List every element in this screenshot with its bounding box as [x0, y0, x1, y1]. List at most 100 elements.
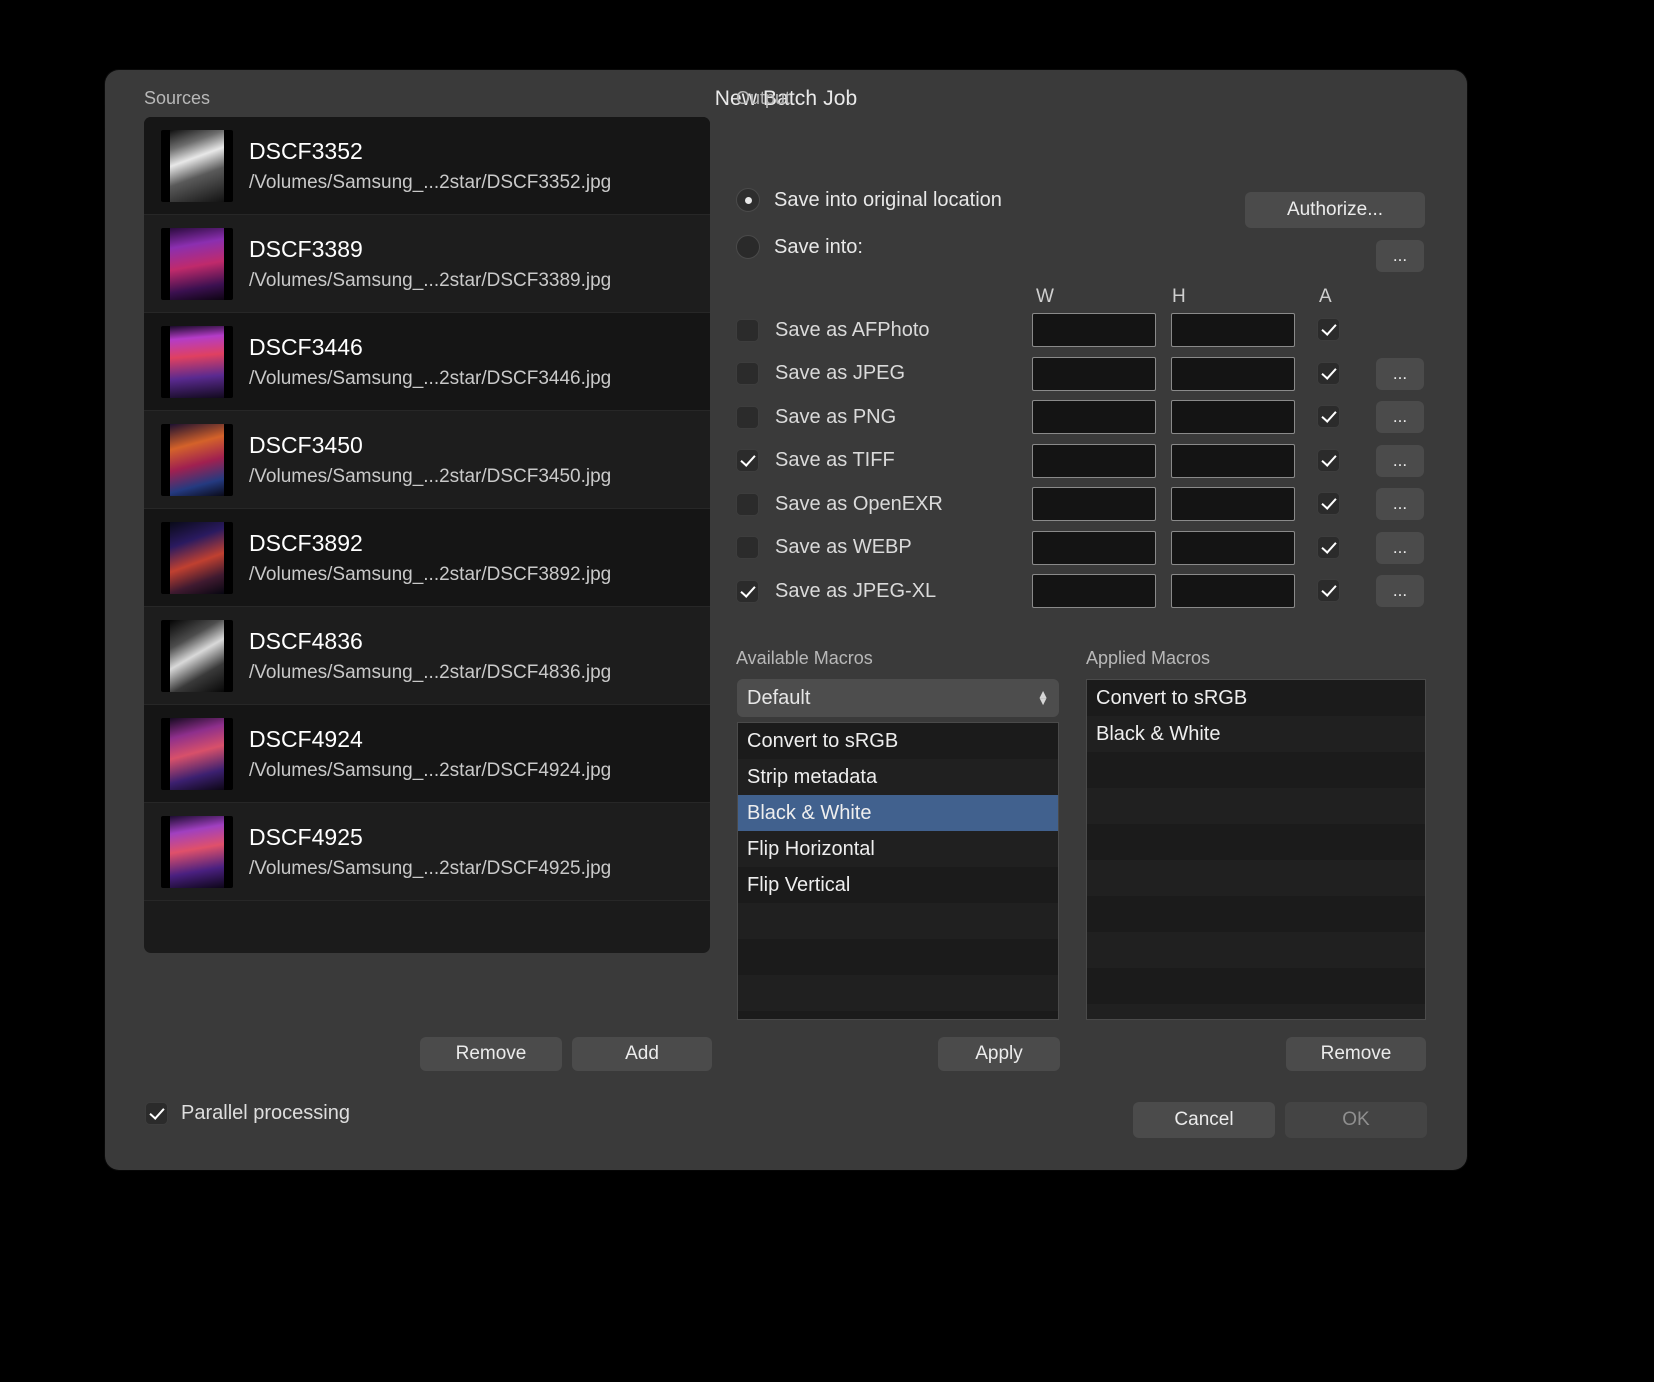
sources-add-button[interactable]: Add [572, 1037, 712, 1071]
format-height-input[interactable] [1171, 356, 1295, 391]
available-macro-item[interactable]: Flip Horizontal [738, 831, 1058, 867]
source-thumbnail [161, 717, 233, 790]
format-label: Save as JPEG [775, 362, 906, 384]
source-list-item[interactable]: DSCF3446/Volumes/Samsung_...2star/DSCF34… [144, 313, 710, 411]
parallel-processing-row[interactable]: Parallel processing [145, 1102, 350, 1125]
format-width-input[interactable] [1032, 313, 1156, 347]
radio-save-into[interactable]: Save into: [736, 235, 863, 259]
applied-macro-empty-row [1087, 1004, 1425, 1019]
format-aspect-checkbox[interactable] [1317, 405, 1340, 428]
format-enable-checkbox[interactable] [736, 579, 759, 603]
format-aspect-checkbox[interactable] [1317, 448, 1340, 472]
format-enable-checkbox[interactable] [736, 492, 759, 516]
source-file-path: /Volumes/Samsung_...2star/DSCF4925.jpg [249, 857, 612, 879]
format-label: Save as PNG [775, 405, 897, 428]
screen-root: New Batch Job Sources DSCF3352/Volumes/S… [0, 0, 1654, 1382]
format-width-input[interactable] [1032, 356, 1156, 391]
source-file-name: DSCF4925 [249, 823, 363, 850]
source-file-path: /Volumes/Samsung_...2star/DSCF3352.jpg [249, 171, 612, 193]
format-aspect-checkbox[interactable] [1317, 318, 1340, 341]
format-aspect-checkbox[interactable] [1317, 361, 1340, 385]
remove-macro-button[interactable]: Remove [1286, 1037, 1426, 1071]
radio-on-icon [736, 188, 760, 212]
applied-macro-empty-row [1087, 752, 1425, 788]
sources-remove-button[interactable]: Remove [420, 1037, 562, 1071]
applied-macro-item[interactable]: Black & White [1087, 716, 1425, 752]
format-enable-checkbox[interactable] [736, 536, 759, 559]
format-options-button[interactable]: ... [1376, 401, 1424, 433]
applied-macro-empty-row [1087, 896, 1425, 932]
format-aspect-checkbox[interactable] [1317, 579, 1340, 602]
format-label: Save as TIFF [775, 449, 895, 471]
radio-save-original-label: Save into original location [774, 188, 1002, 211]
format-options-button[interactable]: ... [1376, 488, 1424, 520]
available-macro-item[interactable]: Strip metadata [738, 759, 1058, 795]
format-height-input[interactable] [1171, 487, 1295, 521]
source-file-name: DSCF4836 [249, 627, 363, 654]
parallel-processing-checkbox[interactable] [145, 1102, 168, 1125]
format-height-input[interactable] [1171, 443, 1295, 478]
applied-macros-list[interactable]: Convert to sRGB Black & White [1086, 679, 1426, 1020]
ok-button[interactable]: OK [1285, 1102, 1427, 1138]
apply-macro-button[interactable]: Apply [938, 1037, 1060, 1071]
applied-macro-empty-row [1087, 824, 1425, 860]
macro-set-select[interactable]: Default ▲ ▼ [737, 679, 1059, 717]
available-macro-empty-row [738, 939, 1058, 975]
output-label: Output [736, 88, 791, 108]
format-label: Save as WEBP [775, 536, 912, 558]
source-thumbnail [161, 815, 233, 888]
format-height-input[interactable] [1171, 530, 1295, 565]
format-enable-checkbox[interactable] [736, 318, 759, 342]
column-header-h: H [1172, 286, 1186, 307]
source-list-item[interactable]: DSCF4925/Volumes/Samsung_...2star/DSCF49… [144, 803, 710, 901]
save-path-browse-button[interactable]: ... [1376, 240, 1424, 272]
format-options-button[interactable]: ... [1376, 444, 1424, 477]
format-height-input[interactable] [1171, 574, 1295, 608]
format-enable-checkbox[interactable] [736, 405, 759, 429]
format-enable-checkbox[interactable] [736, 449, 759, 472]
source-list-item[interactable]: DSCF3892/Volumes/Samsung_...2star/DSCF38… [144, 509, 710, 607]
format-height-input[interactable] [1171, 313, 1295, 347]
format-label: Save as AFPhoto [775, 318, 930, 341]
format-width-input[interactable] [1032, 443, 1156, 478]
format-width-input[interactable] [1032, 530, 1156, 565]
available-macro-item[interactable]: Flip Vertical [738, 867, 1058, 903]
source-list-item[interactable]: DSCF4836/Volumes/Samsung_...2star/DSCF48… [144, 607, 710, 705]
format-options-button[interactable]: ... [1376, 575, 1424, 607]
chevron-updown-icon: ▲ ▼ [1037, 687, 1049, 708]
source-file-name: DSCF3446 [249, 333, 363, 360]
sources-label: Sources [144, 88, 211, 108]
macro-set-select-value: Default [747, 686, 811, 709]
radio-save-original[interactable]: Save into original location [736, 188, 1002, 212]
authorize-button[interactable]: Authorize... [1245, 192, 1425, 228]
format-label: Save as OpenEXR [775, 492, 943, 515]
source-thumbnail [161, 619, 233, 692]
source-list-item[interactable]: DSCF3352/Volumes/Samsung_...2star/DSCF33… [144, 117, 710, 215]
source-list-item[interactable]: DSCF3450/Volumes/Samsung_...2star/DSCF34… [144, 411, 710, 509]
format-options-button[interactable]: ... [1376, 531, 1424, 564]
applied-macro-empty-row [1087, 788, 1425, 824]
format-aspect-checkbox[interactable] [1317, 492, 1340, 515]
format-enable-checkbox[interactable] [736, 362, 759, 385]
format-options-button[interactable]: ... [1376, 357, 1424, 390]
available-macro-item[interactable]: Convert to sRGB [738, 723, 1058, 759]
cancel-button[interactable]: Cancel [1133, 1102, 1275, 1138]
available-macros-list[interactable]: Convert to sRGB Strip metadata Black & Whi… [737, 722, 1059, 1020]
format-width-input[interactable] [1032, 574, 1156, 608]
source-list-item[interactable]: DSCF3389/Volumes/Samsung_...2star/DSCF33… [144, 215, 710, 313]
radio-off-icon [736, 235, 760, 259]
source-file-path: /Volumes/Samsung_...2star/DSCF4924.jpg [249, 759, 612, 781]
applied-macro-item[interactable]: Convert to sRGB [1087, 680, 1425, 716]
parallel-processing-label: Parallel processing [181, 1102, 350, 1124]
format-width-input[interactable] [1032, 400, 1156, 434]
available-macro-empty-row [738, 1011, 1058, 1019]
source-file-name: DSCF3892 [249, 529, 363, 556]
format-width-input[interactable] [1032, 487, 1156, 521]
source-list-item[interactable]: DSCF4924/Volumes/Samsung_...2star/DSCF49… [144, 705, 710, 803]
source-thumbnail [161, 521, 233, 594]
format-label: Save as JPEG-XL [775, 579, 937, 602]
available-macro-item[interactable]: Black & White [738, 795, 1058, 831]
sources-list[interactable]: DSCF3352/Volumes/Samsung_...2star/DSCF33… [144, 117, 710, 953]
format-aspect-checkbox[interactable] [1317, 535, 1340, 559]
format-height-input[interactable] [1171, 400, 1295, 434]
